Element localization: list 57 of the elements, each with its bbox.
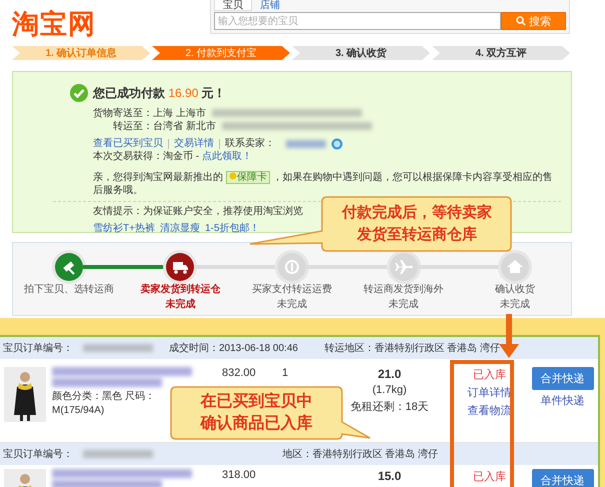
merge-button[interactable]: 合并快递 [532,469,594,487]
promo-link[interactable]: 1-5折包邮！ [204,222,260,235]
order-link[interactable]: 查看物流 [468,403,512,418]
contact-label: 联系卖家： [225,137,275,150]
address-label: 货物寄送至： [93,107,153,120]
check-icon [70,84,88,102]
item-quantity: 1 [282,367,288,379]
search-field[interactable]: 输入您想要的宝贝 [214,12,501,30]
step-status: 未完成 [388,299,419,311]
merge-button[interactable]: 合并快递 [532,367,594,390]
step-label: 卖家发货到转运仓 [140,284,220,296]
promo-link[interactable]: 清凉显瘦 [160,222,200,235]
plane-icon [394,257,414,277]
storage-status: 已入库 [473,470,506,484]
blurred-text [83,450,153,458]
order-number-label: 宝贝订单编号： [3,448,73,461]
shipping-region: 转运地区：香港特别行政区 香港岛 湾仔 [324,342,500,355]
item-price: 318.00 [222,469,256,481]
step-status: 未完成 [276,299,307,311]
item-weight: 15.0 [378,469,402,483]
storage-status: 已入库 [473,368,506,382]
callout-text: 付款完成后，等待卖家 发货至转运商仓库 [342,203,492,245]
logo: 淘宝网 [12,8,96,41]
notice-text: 亲，您得到淘宝网最新推出的 保障卡 ，如果在购物中遇到问题，您可以根据保障卡内容享受相应的售后服务哦。 [93,171,554,197]
text-link[interactable]: 交易详情 [174,137,214,150]
step-label: 拍下宝贝、选转运商 [24,284,114,296]
address-value: 上海 上海市 [153,108,206,119]
promo-link[interactable]: 雪纺衫T+热裤 [93,222,155,235]
order-link[interactable]: 订单详情 [468,385,512,400]
step-label: 转运商发货到海外 [364,284,444,296]
weight-kg: (1.7kg) [372,384,407,396]
single-ship-link[interactable]: 单件快递 [540,393,584,408]
item-weight: 21.0 [378,367,402,381]
blurred-text [286,140,326,148]
success-message: 您已成功付款 16.90 元！ [93,86,226,100]
step-label: 买家支付转运运费 [252,284,332,296]
item-price: 832.00 [222,367,256,379]
card-badge: 保障卡 [226,171,270,184]
storage-days: 免租还剩：18天 [350,399,429,414]
chat-icon [331,138,343,150]
step-label: 确认收货 [495,284,536,296]
item-attributes: 颜色分类：黑色 尺码： [52,390,155,403]
callout-text: 在已买到宝贝中 确认商品已入库 [200,391,312,434]
tip-text: 友情提示：为保证账户安全，推荐使用淘宝浏览 [93,205,303,218]
search-icon [516,16,526,26]
claim-link[interactable]: 点此领取！ [202,151,252,162]
text-link[interactable]: 查看已买到宝贝 [93,137,163,150]
blurred-text [83,344,153,352]
order-time: 成交时间：2013-06-18 00:46 [169,342,298,355]
address-label: 转运至： [112,120,153,133]
order-number-label: 宝贝订单编号： [3,342,73,355]
shipping-region: 地区：香港特别行政区 香港岛 湾仔 [282,448,438,461]
item-attributes: M(175/94A) [52,405,104,416]
reward-text: 本次交易获得：淘金币 - 点此领取！ [93,150,253,163]
step-status: 未完成 [165,299,196,311]
address-value: 台湾省 新北市 [153,121,216,132]
step-status: 未完成 [500,299,530,311]
